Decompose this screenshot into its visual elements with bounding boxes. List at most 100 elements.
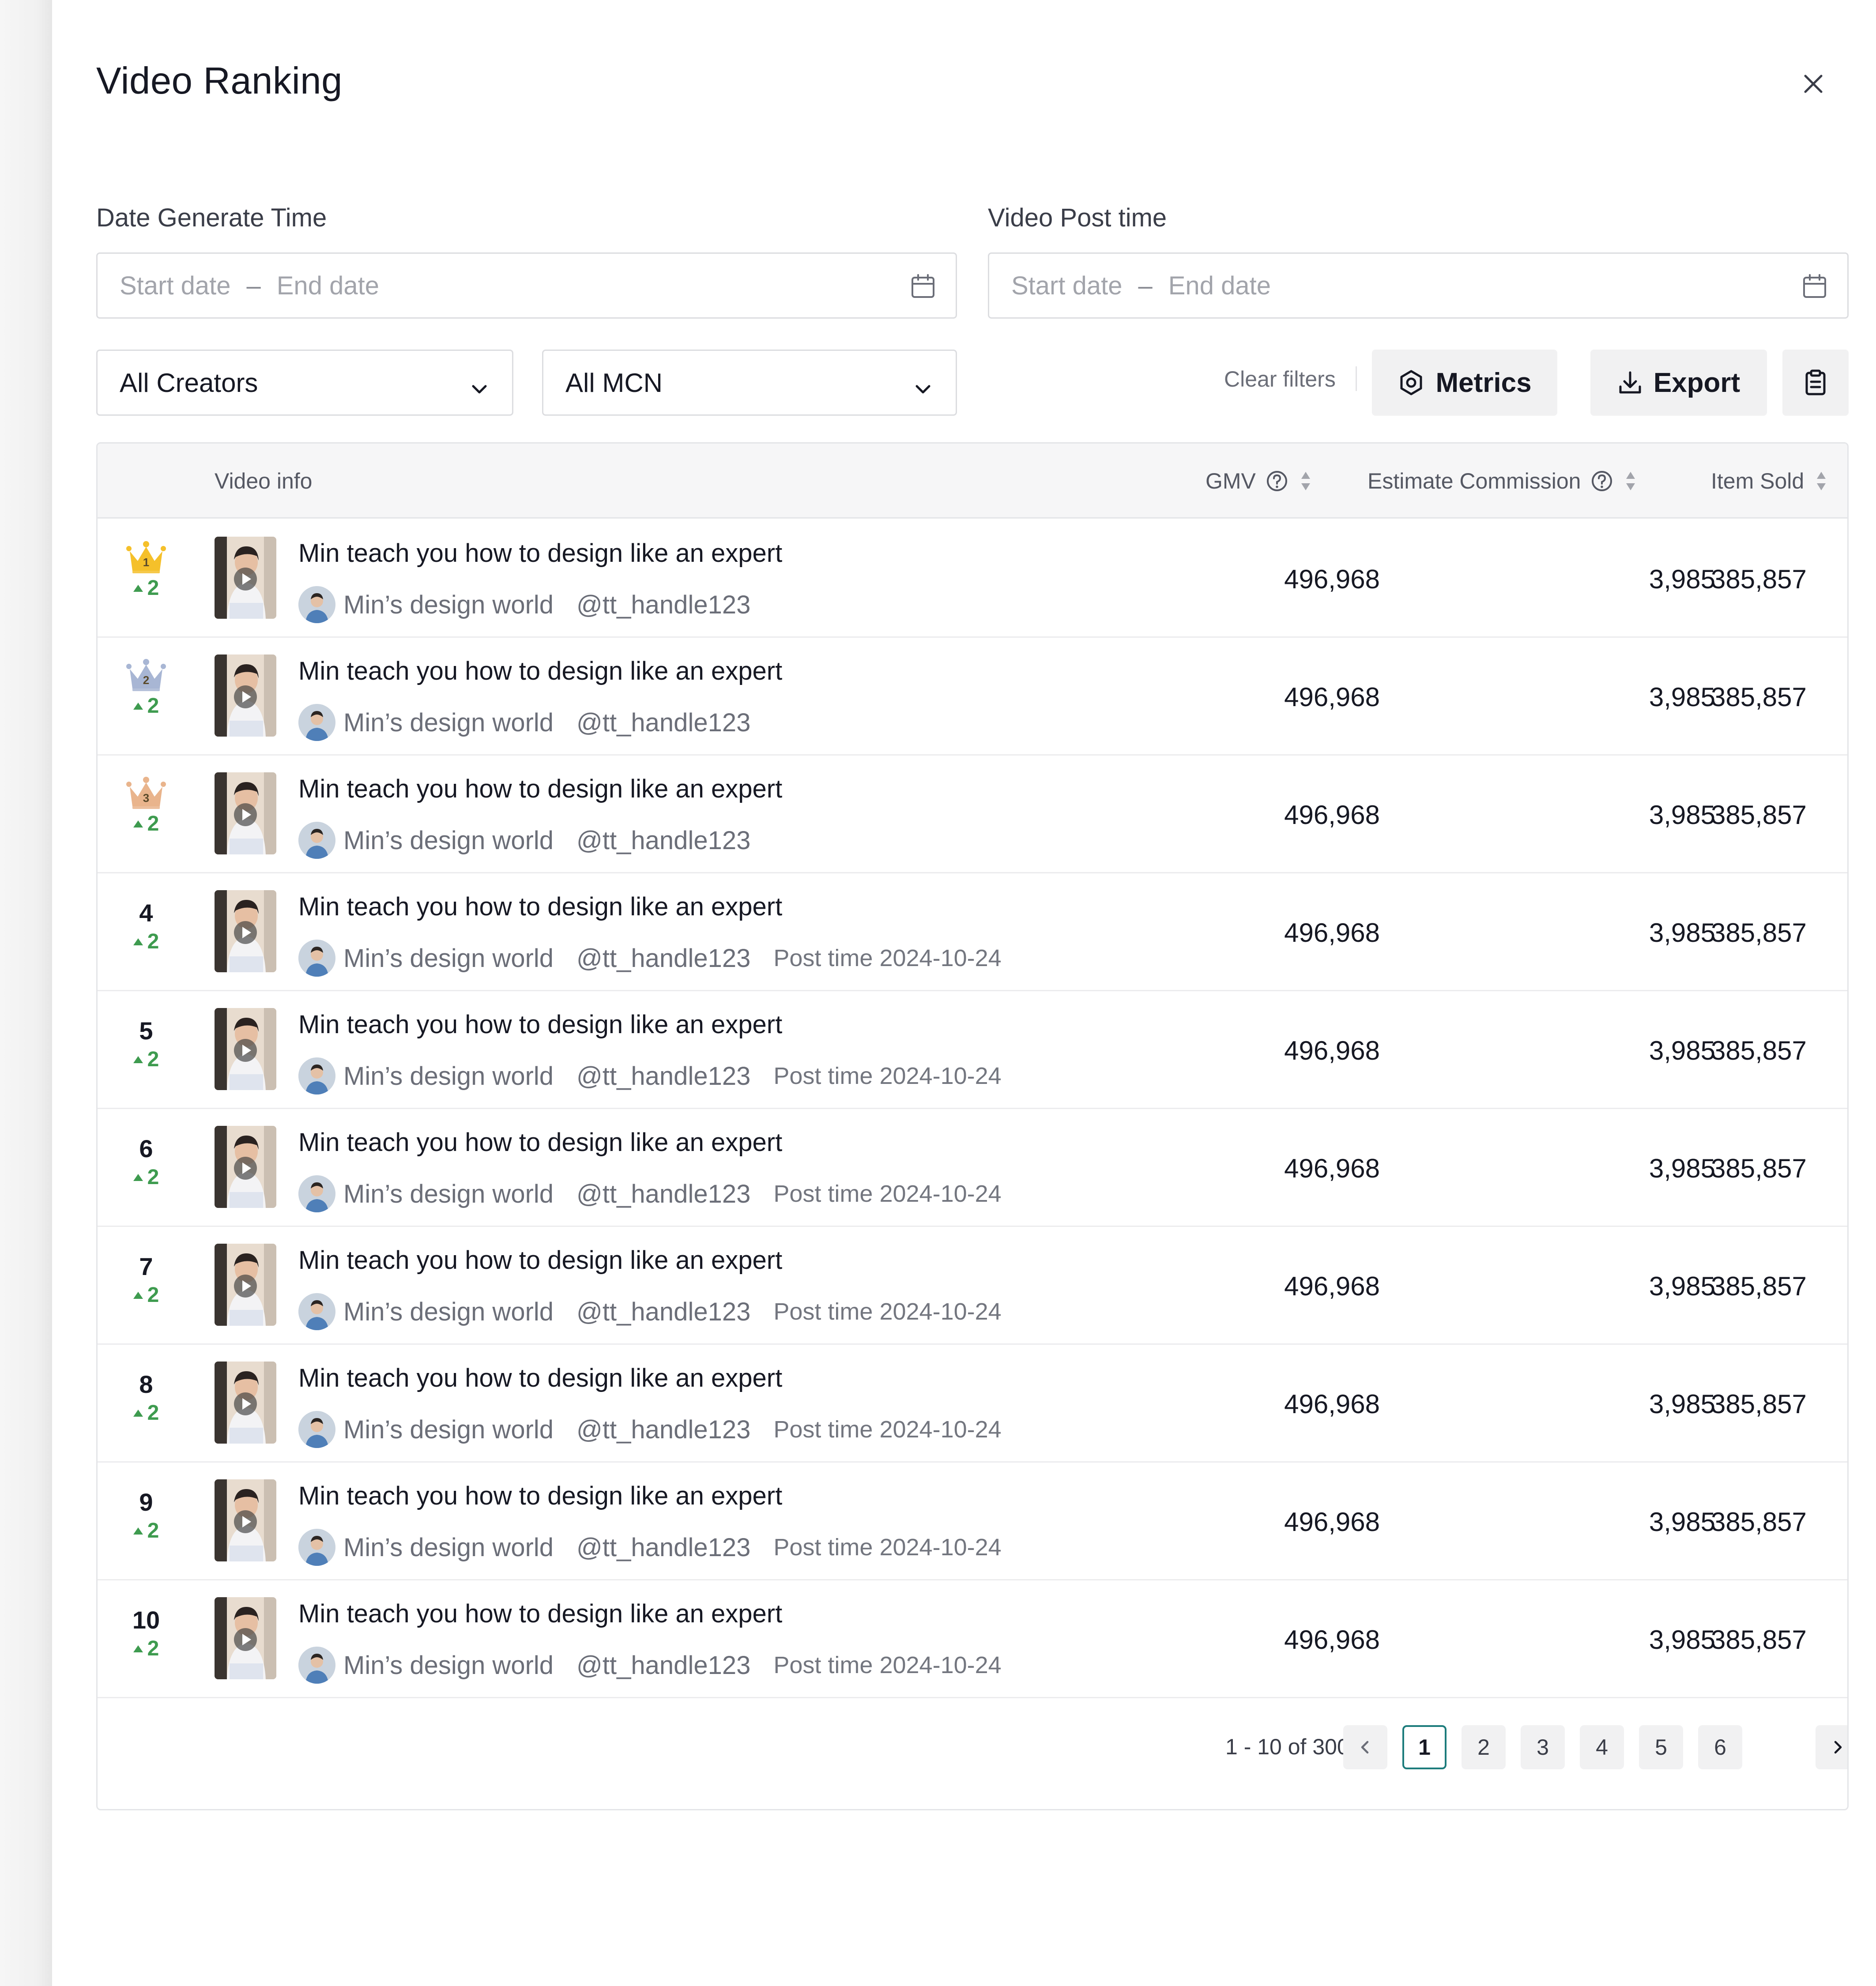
pagination-prev-button[interactable] — [1343, 1725, 1387, 1769]
video-thumbnail[interactable] — [215, 1479, 276, 1561]
pagination-page-3[interactable]: 3 — [1521, 1725, 1565, 1769]
table-row[interactable]: 9 2 Min teach you how to design like an ex… — [98, 1463, 1847, 1580]
table-row[interactable]: 1 2 Min teach you how to design like an ex… — [98, 520, 1847, 638]
video-title[interactable]: Min teach you how to design like an expe… — [298, 656, 782, 686]
creator-avatar-image — [298, 586, 335, 623]
crown-rank-number: 3 — [143, 791, 149, 805]
video-title[interactable]: Min teach you how to design like an expe… — [298, 538, 782, 568]
creator-name[interactable]: Min’s design world — [343, 1415, 554, 1444]
clear-filters-link[interactable]: Clear filters — [1224, 366, 1336, 392]
creators-select[interactable]: All Creators — [96, 350, 513, 416]
clipboard-button[interactable] — [1782, 350, 1849, 416]
sort-icon[interactable] — [1625, 470, 1636, 492]
pagination-page-6[interactable]: 6 — [1698, 1725, 1742, 1769]
video-thumbnail[interactable] — [215, 1126, 276, 1208]
creator-name[interactable]: Min’s design world — [343, 1179, 554, 1209]
video-thumbnail-image — [215, 772, 276, 854]
creator-name[interactable]: Min’s design world — [343, 708, 554, 737]
date-generate-range-picker[interactable]: Start date – End date — [96, 252, 957, 319]
creator-name[interactable]: Min’s design world — [343, 1061, 554, 1091]
creator-name[interactable]: Min’s design world — [343, 1651, 554, 1680]
commission-value: 3,985 — [1649, 1389, 1715, 1419]
commission-value: 3,985 — [1649, 1271, 1715, 1301]
close-button[interactable] — [1796, 66, 1831, 102]
video-title[interactable]: Min teach you how to design like an expe… — [298, 1245, 782, 1275]
creator-name[interactable]: Min’s design world — [343, 826, 554, 855]
creator-handle: @tt_handle123 — [576, 708, 751, 737]
rank-number: 10 — [132, 1606, 160, 1634]
creator-name[interactable]: Min’s design world — [343, 944, 554, 973]
video-title[interactable]: Min teach you how to design like an expe… — [298, 1481, 782, 1511]
video-thumbnail[interactable] — [215, 1362, 276, 1444]
post-time: Post time 2024-10-24 — [773, 1651, 1001, 1679]
header-item-sold[interactable]: Item Sold — [1711, 468, 1827, 494]
rank-number: 5 — [139, 1017, 153, 1045]
rank-change-value: 2 — [147, 930, 159, 953]
export-button[interactable]: Export — [1590, 350, 1767, 416]
creator-name[interactable]: Min’s design world — [343, 1297, 554, 1327]
pagination-page-5[interactable]: 5 — [1639, 1725, 1683, 1769]
creator-handle: @tt_handle123 — [576, 590, 751, 619]
header-gmv[interactable]: GMV — [1205, 468, 1311, 494]
backdrop-overlay — [0, 0, 52, 1986]
creator-name[interactable]: Min’s design world — [343, 590, 554, 620]
end-date-input[interactable]: End date — [277, 271, 379, 301]
video-thumbnail[interactable] — [215, 772, 276, 854]
video-title[interactable]: Min teach you how to design like an expe… — [298, 774, 782, 804]
table-row[interactable]: 2 2 Min teach you how to design like an ex… — [98, 638, 1847, 756]
video-thumbnail[interactable] — [215, 1244, 276, 1326]
help-icon[interactable] — [1266, 470, 1288, 493]
video-thumbnail-image — [215, 1008, 276, 1090]
video-title[interactable]: Min teach you how to design like an expe… — [298, 1599, 782, 1629]
start-date-input[interactable]: Start date — [1011, 271, 1122, 301]
table-row[interactable]: 3 2 Min teach you how to design like an ex… — [98, 756, 1847, 873]
sort-icon[interactable] — [1816, 470, 1827, 492]
table-row[interactable]: 4 2 Min teach you how to design like an ex… — [98, 873, 1847, 991]
header-item-sold-label: Item Sold — [1711, 469, 1804, 493]
table-row[interactable]: 6 2 Min teach you how to design like an ex… — [98, 1109, 1847, 1227]
play-icon — [234, 803, 257, 826]
pagination-next-button[interactable] — [1816, 1725, 1847, 1769]
metrics-button[interactable]: Metrics — [1372, 350, 1557, 416]
calendar-icon — [910, 273, 936, 306]
video-thumbnail[interactable] — [215, 1597, 276, 1679]
creator-handle: @tt_handle123 — [576, 1651, 751, 1680]
pagination-page-1[interactable]: 1 — [1402, 1725, 1447, 1769]
video-thumbnail[interactable] — [215, 654, 276, 737]
chevron-left-icon — [1361, 1741, 1369, 1754]
mcn-select-value: All MCN — [565, 368, 663, 398]
creator-name[interactable]: Min’s design world — [343, 1533, 554, 1562]
video-title[interactable]: Min teach you how to design like an expe… — [298, 1010, 782, 1039]
video-title[interactable]: Min teach you how to design like an expe… — [298, 1363, 782, 1393]
creator-handle: @tt_handle123 — [576, 944, 751, 973]
video-title[interactable]: Min teach you how to design like an expe… — [298, 892, 782, 922]
close-icon — [1804, 75, 1823, 93]
pagination-page-2[interactable]: 2 — [1462, 1725, 1506, 1769]
start-date-input[interactable]: Start date — [120, 271, 230, 301]
rank-change: 2 — [122, 1283, 170, 1307]
rank-cell: 92 — [122, 1487, 170, 1543]
avatar — [298, 1175, 335, 1212]
video-post-range-picker[interactable]: Start date – End date — [988, 252, 1849, 319]
rank-cell: 32 — [122, 777, 170, 836]
video-thumbnail[interactable] — [215, 1008, 276, 1090]
end-date-input[interactable]: End date — [1168, 271, 1271, 301]
table-row[interactable]: 7 2 Min teach you how to design like an ex… — [98, 1227, 1847, 1345]
play-icon — [234, 1628, 257, 1651]
video-title[interactable]: Min teach you how to design like an expe… — [298, 1128, 782, 1157]
video-thumbnail[interactable] — [215, 890, 276, 972]
video-thumbnail[interactable] — [215, 537, 276, 619]
mcn-select[interactable]: All MCN — [542, 350, 957, 416]
table-row[interactable]: 5 2 Min teach you how to design like an ex… — [98, 991, 1847, 1109]
creator-avatar-image — [298, 1647, 335, 1684]
pagination-info: 1 - 10 of 300 — [1225, 1734, 1349, 1759]
table-row[interactable]: 8 2 Min teach you how to design like an ex… — [98, 1345, 1847, 1463]
creator-avatar-image — [298, 1411, 335, 1448]
help-icon[interactable] — [1590, 470, 1613, 493]
video-meta: Min’s design world @tt_handle123 — [298, 586, 750, 623]
table-row[interactable]: 10 2 Min teach you how to design like an e… — [98, 1580, 1847, 1698]
sort-icon[interactable] — [1300, 470, 1311, 492]
creator-avatar-image — [298, 822, 335, 859]
header-commission[interactable]: Estimate Commission — [1367, 468, 1636, 494]
pagination-page-4[interactable]: 4 — [1580, 1725, 1624, 1769]
